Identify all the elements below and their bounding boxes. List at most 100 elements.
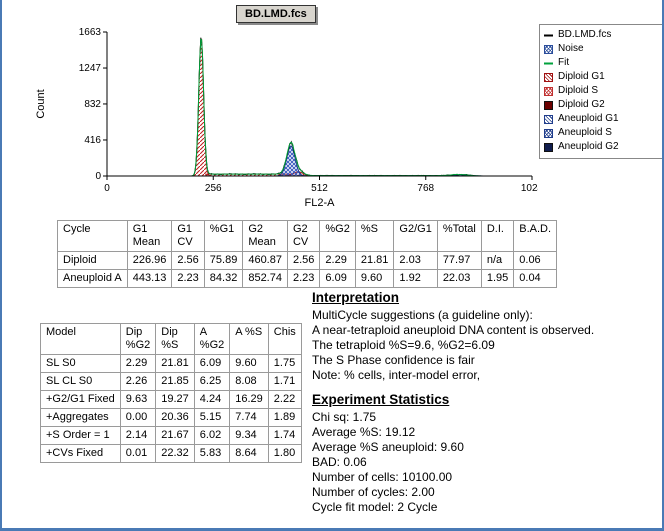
table-row: Aneuploid A443.132.2384.32852.742.236.09… (58, 270, 557, 288)
table-cell: 84.32 (204, 270, 243, 288)
column-header: B.A.D. (514, 221, 557, 252)
table-cell: 2.23 (287, 270, 319, 288)
table-row: SL CL S02.2621.856.258.081.71 (41, 373, 302, 391)
table-cell: 852.74 (243, 270, 288, 288)
legend-item: Diploid G1 (544, 70, 662, 84)
table-row: +CVs Fixed0.0122.325.838.641.80 (41, 445, 302, 463)
table-row: +S Order = 12.1421.676.029.341.74 (41, 427, 302, 445)
cycle-results-table: CycleG1 MeanG1 CV%G1G2 MeanG2 CV%G2%SG2/… (57, 220, 557, 288)
table-cell: 1.80 (268, 445, 301, 463)
legend-line-swatch-icon (544, 31, 553, 40)
column-header: %S (355, 221, 394, 252)
table-cell: 2.14 (120, 427, 155, 445)
table-cell: Diploid (58, 252, 128, 270)
text-line: Average %S aneuploid: 9.60 (312, 440, 662, 455)
table-cell: 2.56 (287, 252, 319, 270)
table-row: SL S02.2921.816.099.601.75 (41, 355, 302, 373)
x-tick-label: 0 (104, 183, 110, 194)
table-cell: 8.08 (230, 373, 269, 391)
column-header: G2 CV (287, 221, 319, 252)
table-cell: 16.29 (230, 391, 269, 409)
text-line: Cycle fit model: 2 Cycle (312, 500, 662, 515)
legend-item: Fit (544, 56, 662, 70)
table-cell: 1.92 (394, 270, 437, 288)
column-header: %G1 (204, 221, 243, 252)
table-cell: +CVs Fixed (41, 445, 121, 463)
legend-label: Diploid G1 (558, 70, 605, 84)
column-header: D.I. (481, 221, 513, 252)
x-axis-label: FL2-A (305, 197, 336, 209)
fit-curve (107, 39, 532, 176)
column-header: Chis (268, 324, 301, 355)
peak-diploid-g1 (190, 39, 212, 176)
data-trace (107, 38, 532, 176)
column-header: G2/G1 (394, 221, 437, 252)
table-row: Diploid226.962.5675.89460.872.562.2921.8… (58, 252, 557, 270)
text-line: Number of cells: 10100.00 (312, 470, 662, 485)
table-cell: 21.81 (156, 355, 195, 373)
legend-label: Aneuploid G2 (558, 140, 619, 154)
table-cell: 5.83 (194, 445, 229, 463)
table-cell: 21.67 (156, 427, 195, 445)
table-cell: 1.89 (268, 409, 301, 427)
x-tick-label: 1024 (521, 183, 538, 194)
table-cell: 20.36 (156, 409, 195, 427)
analysis-text: Interpretation MultiCycle suggestions (a… (312, 290, 662, 515)
table-cell: 77.97 (437, 252, 481, 270)
table-cell: 460.87 (243, 252, 288, 270)
table-cell: 9.60 (355, 270, 394, 288)
axes (107, 32, 532, 176)
legend-label: Aneuploid S (558, 126, 612, 140)
table-header-row: ModelDip %G2Dip %SA %G2A %SChis (41, 324, 302, 355)
table-cell: 443.13 (127, 270, 172, 288)
column-header: Dip %S (156, 324, 195, 355)
column-header: Model (41, 324, 121, 355)
table-cell: +S Order = 1 (41, 427, 121, 445)
interpretation-lines: MultiCycle suggestions (a guideline only… (312, 308, 662, 383)
x-tick-label: 512 (311, 183, 328, 194)
table-cell: 21.81 (355, 252, 394, 270)
table-cell: 0.00 (120, 409, 155, 427)
column-header: Cycle (58, 221, 128, 252)
text-line: MultiCycle suggestions (a guideline only… (312, 308, 662, 323)
legend-hatch-swatch-icon (544, 115, 553, 124)
table-cell: 6.09 (320, 270, 355, 288)
table-cell: Aneuploid A (58, 270, 128, 288)
column-header: %Total (437, 221, 481, 252)
table-cell: 8.64 (230, 445, 269, 463)
x-tick-label: 256 (205, 183, 222, 194)
y-tick-label: 416 (84, 135, 101, 146)
y-tick-label: 1663 (79, 27, 102, 38)
legend-item: Aneuploid G1 (544, 112, 662, 126)
table-cell: 0.06 (514, 252, 557, 270)
table-cell: 21.85 (156, 373, 195, 391)
chart-content: 04168321247166302565127681024CountFL2-A (35, 27, 538, 209)
table-cell: 6.25 (194, 373, 229, 391)
legend-item: Noise (544, 42, 662, 56)
text-line: Number of cycles: 2.00 (312, 485, 662, 500)
legend-item: Diploid G2 (544, 98, 662, 112)
legend-item: Diploid S (544, 84, 662, 98)
table-cell: +G2/G1 Fixed (41, 391, 121, 409)
table-cell: 22.32 (156, 445, 195, 463)
column-header: %G2 (320, 221, 355, 252)
histogram-plot: 04168321247166302565127681024CountFL2-A (32, 18, 538, 216)
table-cell: 5.15 (194, 409, 229, 427)
table-cell: 9.60 (230, 355, 269, 373)
table-cell: 2.23 (172, 270, 204, 288)
table-cell: 4.24 (194, 391, 229, 409)
table-cell: 1.75 (268, 355, 301, 373)
table-cell: 7.74 (230, 409, 269, 427)
text-line: BAD: 0.06 (312, 455, 662, 470)
experiment-statistics-lines: Chi sq: 1.75Average %S: 19.12Average %S … (312, 410, 662, 515)
table-cell: 1.95 (481, 270, 513, 288)
table-cell: +Aggregates (41, 409, 121, 427)
text-line: The tetraploid %S=9.6, %G2=6.09 (312, 338, 662, 353)
legend-line-swatch-icon (544, 59, 553, 68)
y-tick-label: 832 (84, 99, 101, 110)
multicycle-report-window: BD.LMD.fcs 04168321247166302565127681024… (0, 0, 664, 531)
table-cell: 22.03 (437, 270, 481, 288)
legend-cross-swatch-icon (544, 45, 553, 54)
table-cell: 1.74 (268, 427, 301, 445)
table-cell: 9.34 (230, 427, 269, 445)
